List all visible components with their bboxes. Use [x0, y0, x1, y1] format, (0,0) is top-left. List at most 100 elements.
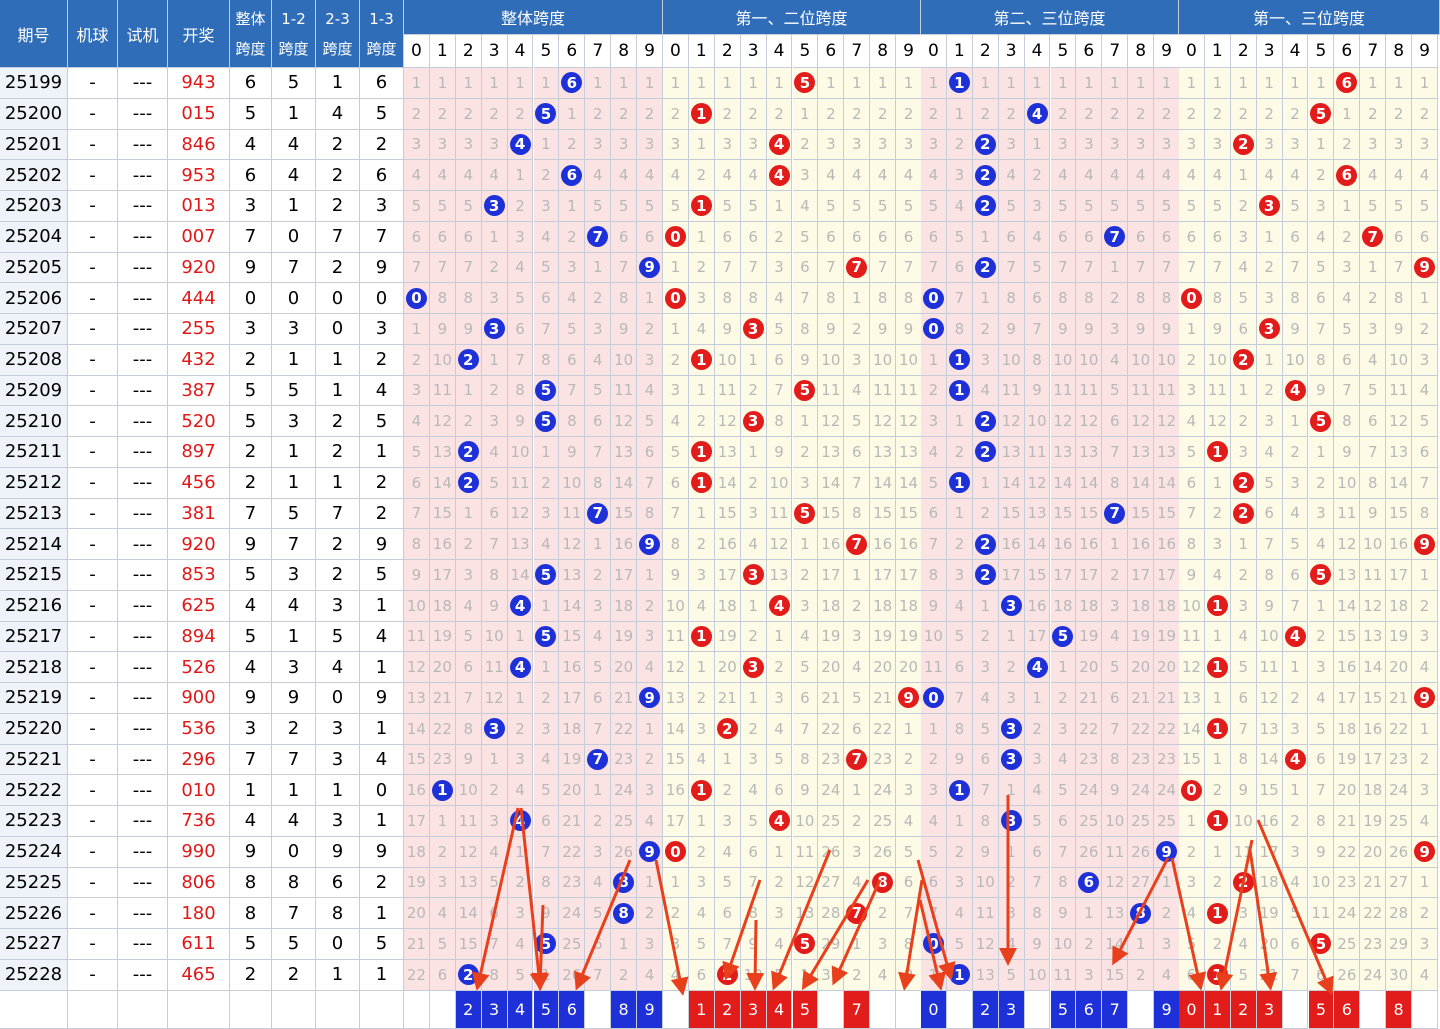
- miss-count-cell: 4: [1024, 221, 1051, 253]
- hit-ball: 9: [1156, 841, 1178, 863]
- span-hit-cell: 7: [1102, 221, 1129, 253]
- miss-count-cell: 19: [1360, 806, 1387, 837]
- forecast-box: 3: [740, 990, 766, 1028]
- miss-count-cell: 26: [870, 836, 897, 868]
- span-hit-cell: 0: [921, 683, 947, 714]
- digit-header-2-1: 1: [946, 35, 973, 68]
- miss-count-cell: 2: [740, 375, 767, 407]
- span-hit-cell: 2: [455, 437, 482, 468]
- miss-count-cell: 9: [1128, 314, 1155, 345]
- miss-count-cell: 6: [1256, 498, 1283, 530]
- span-hit-cell: 3: [740, 406, 767, 437]
- row-s23: 3: [316, 713, 360, 745]
- miss-count-cell: 6: [1204, 221, 1231, 253]
- miss-count-cell: 24: [818, 775, 845, 806]
- span-hit-cell: 0: [921, 929, 947, 960]
- miss-count-cell: 3: [1282, 713, 1309, 745]
- miss-count-cell: 2: [766, 98, 793, 130]
- miss-count-cell: 18: [1334, 713, 1361, 745]
- miss-count-cell: 4: [1204, 560, 1231, 591]
- miss-count-cell: 5: [1102, 375, 1129, 407]
- miss-count-cell: 22: [429, 713, 456, 745]
- forecast-cell: 3: [1256, 990, 1283, 1029]
- forecast-box: 0: [1179, 990, 1204, 1028]
- miss-count-cell: 24: [1076, 775, 1103, 806]
- miss-count-cell: 8: [946, 314, 973, 345]
- miss-count-cell: 7: [637, 467, 663, 499]
- miss-count-cell: 9: [1154, 314, 1180, 345]
- miss-count-cell: 2: [404, 98, 430, 130]
- row-s23: 2: [316, 406, 360, 437]
- span-hit-cell: 3: [998, 713, 1025, 745]
- row-span: 4: [230, 806, 272, 837]
- digit-header-2-9: 9: [1154, 35, 1180, 68]
- miss-count-cell: 12: [1360, 590, 1387, 622]
- miss-count-cell: 3: [1360, 314, 1387, 345]
- miss-count-cell: 2: [896, 744, 922, 776]
- miss-count-cell: 18: [1128, 590, 1155, 622]
- miss-count-cell: 2: [1102, 560, 1129, 591]
- row-machine: -: [68, 344, 118, 376]
- miss-count-cell: 17: [559, 683, 586, 714]
- row-trial: ---: [118, 314, 168, 345]
- miss-count-cell: 7: [972, 775, 999, 806]
- miss-count-cell: 29: [818, 929, 845, 960]
- miss-count-cell: 8: [404, 529, 430, 560]
- miss-count-cell: 10: [1154, 344, 1180, 376]
- digit-header-3-8: 8: [1386, 35, 1413, 68]
- row-s23: 2: [316, 191, 360, 222]
- miss-count-cell: 4: [844, 160, 871, 191]
- miss-count-cell: 8: [1076, 283, 1103, 314]
- miss-count-cell: 17: [1334, 683, 1361, 714]
- miss-count-cell: 3: [1386, 129, 1413, 161]
- miss-count-cell: 5: [896, 191, 922, 222]
- miss-count-cell: 20: [1128, 652, 1155, 683]
- miss-count-cell: 26: [818, 836, 845, 868]
- miss-count-cell: 1: [1308, 590, 1335, 622]
- miss-count-cell: 20: [870, 652, 897, 683]
- miss-count-cell: 26: [1386, 836, 1413, 868]
- miss-count-cell: 1: [1050, 68, 1077, 99]
- miss-count-cell: 1: [1154, 68, 1180, 99]
- miss-count-cell: 5: [1412, 406, 1438, 437]
- forecast-cell: 4: [507, 990, 534, 1029]
- hit-ball: 1: [431, 779, 453, 801]
- digit-header-0-5: 5: [533, 35, 560, 68]
- miss-count-cell: 14: [559, 590, 586, 622]
- miss-count-cell: 7: [663, 498, 689, 530]
- miss-count-cell: 1: [1230, 375, 1257, 407]
- miss-count-cell: 8: [998, 283, 1025, 314]
- miss-count-cell: 12: [1204, 406, 1231, 437]
- span-hit-cell: 4: [1024, 652, 1051, 683]
- miss-count-cell: 3: [1154, 929, 1180, 960]
- miss-count-cell: 23: [559, 867, 586, 899]
- miss-count-cell: 1: [533, 437, 560, 468]
- forecast-label-cell: [230, 990, 272, 1029]
- row-draw: 953: [168, 160, 230, 191]
- miss-count-cell: 8: [1128, 283, 1155, 314]
- digit-header-3-3: 3: [1256, 35, 1283, 68]
- miss-count-cell: 10: [1334, 467, 1361, 499]
- miss-count-cell: 2: [818, 98, 845, 130]
- span-hit-cell: 2: [972, 529, 999, 560]
- miss-count-cell: 7: [921, 252, 947, 284]
- span-hit-cell: 5: [792, 68, 819, 99]
- span-hit-cell: 2: [972, 437, 999, 468]
- span-hit-cell: 4: [766, 129, 793, 161]
- miss-count-cell: 21: [870, 683, 897, 714]
- miss-count-cell: 3: [946, 867, 973, 899]
- miss-count-cell: 21: [714, 683, 741, 714]
- miss-count-cell: 9: [792, 344, 819, 376]
- forecast-cell: 6: [1334, 990, 1361, 1029]
- row-span: 7: [230, 744, 272, 776]
- miss-count-cell: 17: [870, 560, 897, 591]
- miss-count-cell: 10: [972, 867, 999, 899]
- span-hit-cell: 3: [998, 590, 1025, 622]
- forecast-label-cell: [68, 990, 118, 1029]
- miss-count-cell: 5: [1230, 652, 1257, 683]
- miss-count-cell: 1: [1024, 68, 1051, 99]
- hit-ball: 1: [690, 349, 712, 371]
- row-span: 7: [230, 498, 272, 530]
- miss-count-cell: 7: [1230, 713, 1257, 745]
- miss-count-cell: 2: [1282, 437, 1309, 468]
